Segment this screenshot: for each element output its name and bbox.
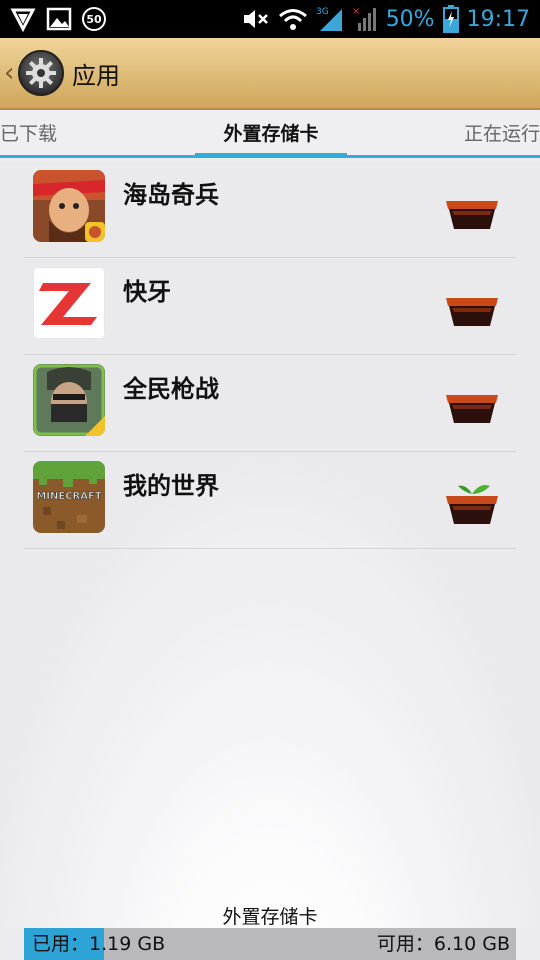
signal-3g-icon: 3G (316, 5, 344, 33)
battery-percent: 50% (385, 6, 435, 32)
list-item[interactable]: 快牙 (24, 258, 516, 355)
signal-no-service-icon: × (352, 5, 378, 33)
svg-text:3G: 3G (316, 7, 329, 17)
list-item[interactable]: 全民枪战 (24, 355, 516, 452)
storage-used-label: 已用：1.19 GB (32, 933, 166, 955)
storage-free-label: 可用：6.10 GB (376, 933, 510, 955)
app-name: 我的世界 (123, 472, 219, 500)
tab-external-sd[interactable]: 外置存储卡 (195, 110, 347, 158)
app-name: 海岛奇兵 (123, 181, 219, 209)
battery-charging-icon (442, 5, 459, 33)
image-icon (46, 7, 72, 31)
app-list: 海岛奇兵 快牙 全民枪战 MINECRAFT 我的世界 (24, 161, 516, 549)
status-bar: 50 3G × 50% 19:17 (0, 0, 540, 38)
svg-text:MINECRAFT: MINECRAFT (36, 491, 101, 502)
mute-icon (242, 7, 270, 31)
wifi-icon (278, 7, 308, 31)
back-chevron-icon[interactable]: ‹ (4, 58, 18, 88)
storage-title: 外置存储卡 (222, 906, 318, 928)
sprout-pot-icon (444, 482, 500, 526)
vpn-icon (10, 6, 36, 32)
notification-badge-icon: 50 (82, 7, 106, 31)
storage-usage-bar: 已用：1.19 GB 可用：6.10 GB (24, 928, 516, 960)
title-bar: ‹ 应用 (0, 38, 540, 110)
settings-gear-icon[interactable] (18, 50, 64, 96)
page-title: 应用 (72, 61, 120, 90)
svg-text:×: × (352, 6, 360, 17)
empty-pot-icon (444, 191, 500, 235)
clock: 19:17 (466, 6, 530, 32)
zapya-icon (33, 267, 105, 339)
empty-pot-icon (444, 288, 500, 332)
boom-beach-icon (33, 170, 105, 242)
tab-strip: 已下载 外置存储卡 正在运行 (0, 110, 540, 158)
tab-running[interactable]: 正在运行 (464, 110, 540, 155)
list-item[interactable]: 海岛奇兵 (24, 161, 516, 258)
soldier-game-icon (33, 364, 105, 436)
minecraft-icon: MINECRAFT (33, 461, 105, 533)
empty-pot-icon (444, 385, 500, 429)
app-name: 快牙 (123, 278, 171, 306)
list-item[interactable]: MINECRAFT 我的世界 (24, 452, 516, 549)
app-name: 全民枪战 (123, 375, 219, 403)
tab-downloaded[interactable]: 已下载 (0, 110, 57, 155)
